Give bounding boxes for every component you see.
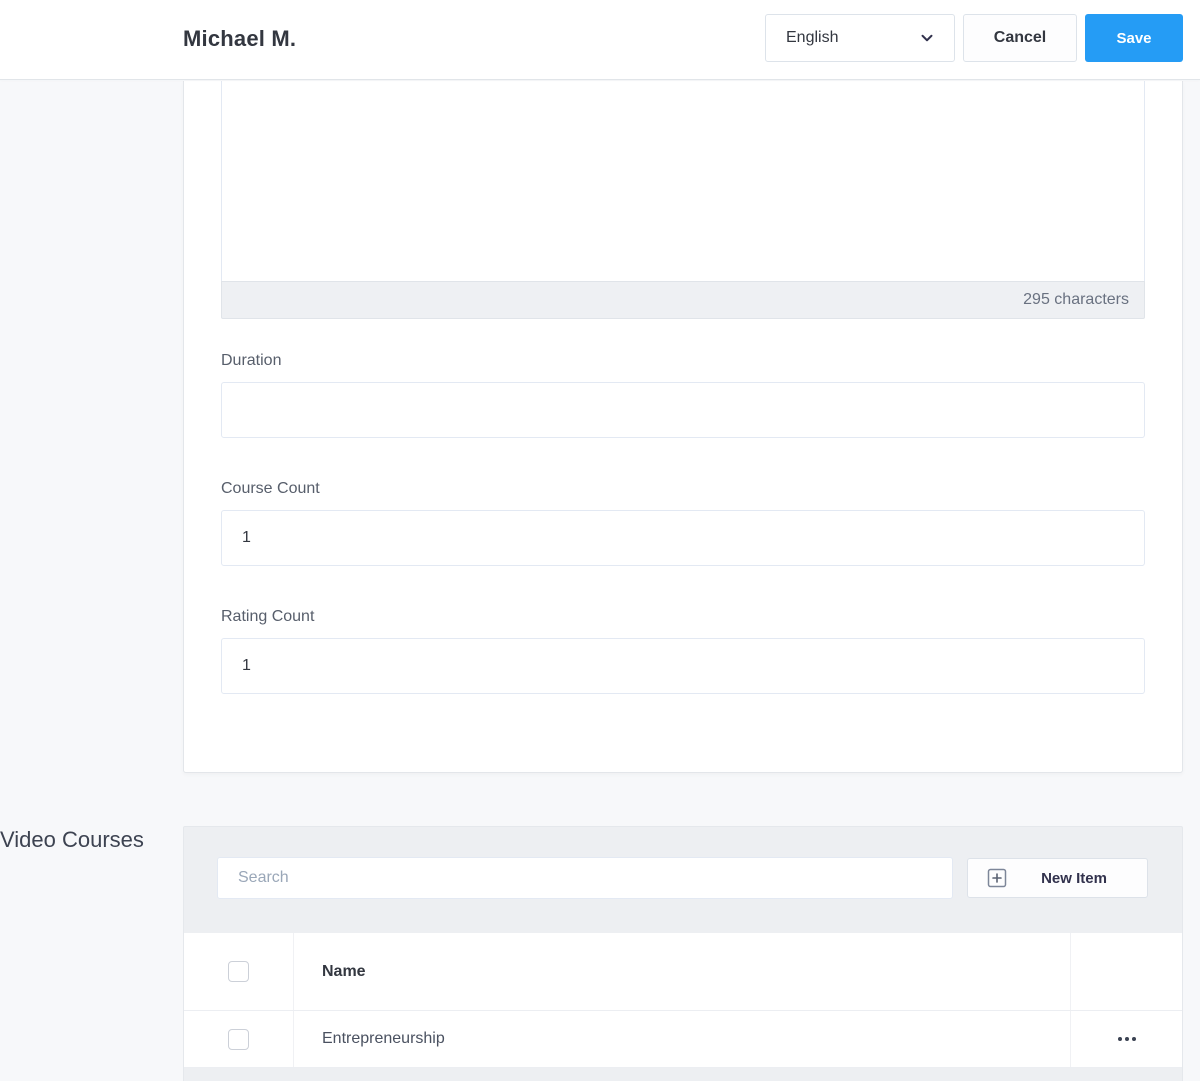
- plus-square-icon: [987, 868, 1007, 888]
- rating-count-input[interactable]: [221, 638, 1145, 694]
- search-input[interactable]: [217, 857, 953, 899]
- actions-column-header: [1071, 933, 1182, 1010]
- rating-count-field-group: Rating Count: [221, 607, 1145, 694]
- duration-label: Duration: [221, 352, 282, 369]
- name-column-header: Name: [294, 933, 1071, 1010]
- page-header: Michael M. English Cancel Save: [0, 0, 1200, 80]
- course-count-input[interactable]: [221, 510, 1145, 566]
- row-actions-cell: [1071, 1011, 1182, 1067]
- row-name-cell: Entrepreneurship: [294, 1011, 1071, 1067]
- select-all-cell: [184, 933, 294, 1010]
- row-checkbox[interactable]: [228, 1028, 249, 1050]
- ellipsis-icon: [1117, 1037, 1122, 1041]
- language-selector[interactable]: English: [765, 14, 955, 62]
- page-title: Michael M.: [183, 26, 297, 51]
- row-select-cell: [184, 1011, 294, 1067]
- character-counter: 295 characters: [221, 281, 1145, 319]
- description-textarea[interactable]: [221, 81, 1145, 281]
- edit-form-card: 295 characters Duration Course Count Rat…: [183, 81, 1183, 773]
- table-header-row: Name: [184, 933, 1182, 1011]
- video-courses-section-title: Video Courses: [0, 827, 144, 852]
- chevron-down-icon: [921, 34, 933, 42]
- course-count-label: Course Count: [221, 480, 320, 497]
- course-count-field-group: Course Count: [221, 479, 1145, 566]
- rating-count-label: Rating Count: [221, 608, 315, 625]
- row-actions-button[interactable]: [1110, 1029, 1144, 1049]
- table-row[interactable]: Entrepreneurship: [184, 1011, 1182, 1068]
- new-item-label: New Item: [1041, 869, 1107, 887]
- save-button[interactable]: Save: [1085, 14, 1183, 62]
- select-all-checkbox[interactable]: [228, 961, 249, 982]
- description-editor: 295 characters: [221, 81, 1145, 319]
- video-courses-table: Name Entrepreneurship: [184, 933, 1182, 1068]
- cancel-button[interactable]: Cancel: [963, 14, 1077, 62]
- duration-field-group: Duration: [221, 351, 1145, 438]
- language-selected-value: English: [786, 29, 839, 46]
- video-courses-card: New Item Name Entrepreneurship: [183, 826, 1183, 1081]
- new-item-button[interactable]: New Item: [967, 858, 1148, 898]
- duration-input[interactable]: [221, 382, 1145, 438]
